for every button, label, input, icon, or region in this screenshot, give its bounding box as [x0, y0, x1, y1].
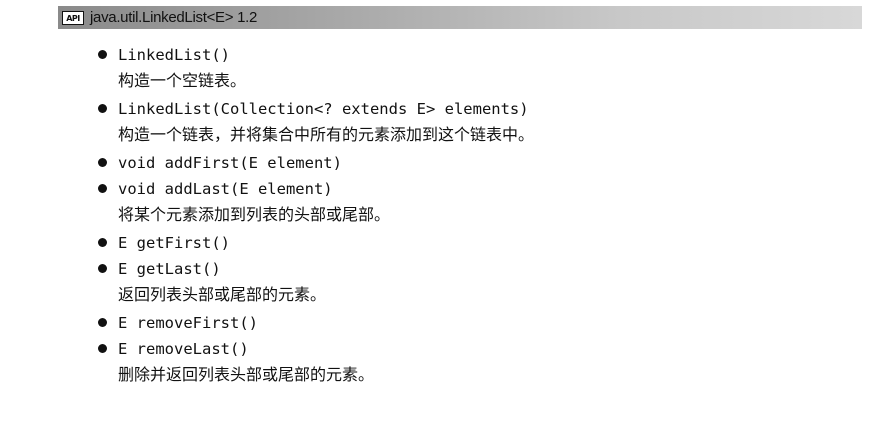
method-description: 删除并返回列表头部或尾部的元素。	[118, 365, 375, 384]
method-item: E getFirst()	[98, 230, 838, 256]
bullet-icon	[98, 318, 107, 327]
method-item: LinkedList(Collection<? extends E> eleme…	[98, 96, 838, 122]
method-item: void addLast(E element)	[98, 176, 838, 202]
api-class-title: java.util.LinkedList<E> 1.2	[90, 9, 258, 26]
method-description: 构造一个空链表。	[118, 71, 247, 90]
api-icon: API	[62, 10, 84, 25]
method-signature: void addFirst(E element)	[118, 154, 342, 172]
method-signature: void addLast(E element)	[118, 180, 333, 198]
method-signature: E getFirst()	[118, 234, 230, 252]
method-item: LinkedList()	[98, 42, 838, 68]
bullet-icon	[98, 264, 107, 273]
bullet-icon	[98, 158, 107, 167]
method-description: 构造一个链表，并将集合中所有的元素添加到这个链表中。	[118, 125, 535, 144]
method-item: E removeFirst()	[98, 310, 838, 336]
bullet-icon	[98, 344, 107, 353]
method-list: LinkedList() 构造一个空链表。 LinkedList(Collect…	[98, 42, 838, 390]
method-signature: LinkedList()	[118, 46, 230, 64]
method-description: 返回列表头部或尾部的元素。	[118, 285, 327, 304]
method-description: 将某个元素添加到列表的头部或尾部。	[118, 205, 391, 224]
method-signature: E removeFirst()	[118, 314, 258, 332]
bullet-icon	[98, 104, 107, 113]
api-header-bar: API java.util.LinkedList<E> 1.2	[58, 6, 862, 29]
method-item: void addFirst(E element)	[98, 150, 838, 176]
api-page: API java.util.LinkedList<E> 1.2 LinkedLi…	[0, 0, 872, 441]
bullet-icon	[98, 50, 107, 59]
method-item: E getLast()	[98, 256, 838, 282]
method-item: E removeLast()	[98, 336, 838, 362]
method-signature: LinkedList(Collection<? extends E> eleme…	[118, 100, 529, 118]
method-signature: E getLast()	[118, 260, 221, 278]
bullet-icon	[98, 184, 107, 193]
bullet-icon	[98, 238, 107, 247]
method-signature: E removeLast()	[118, 340, 249, 358]
